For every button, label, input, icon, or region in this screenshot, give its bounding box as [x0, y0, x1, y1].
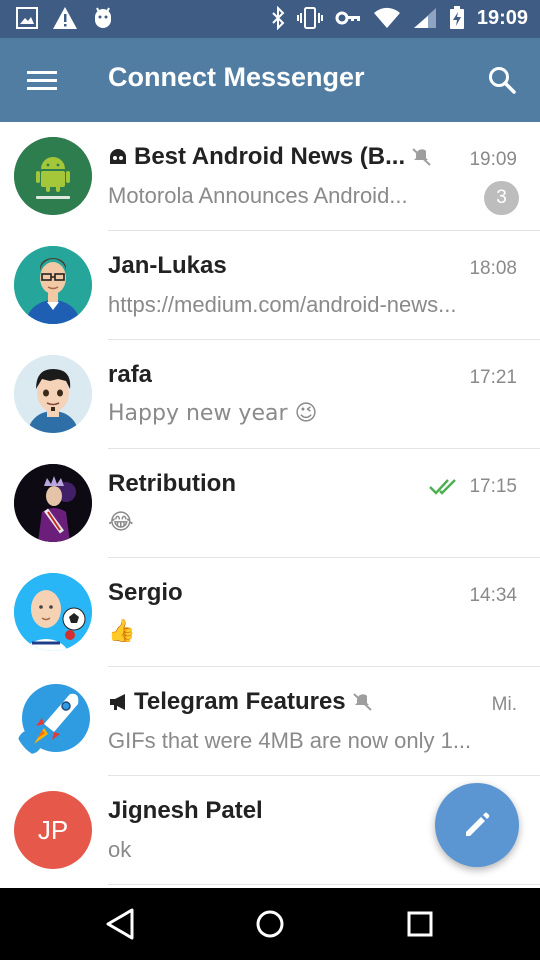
divider [108, 884, 540, 885]
chat-preview: https://medium.com/android-news... [108, 292, 457, 317]
man-glasses-avatar-icon [14, 246, 92, 324]
unread-badge: 3 [484, 181, 519, 215]
chat-name: Retribution [108, 470, 236, 497]
rocket-avatar-icon [18, 684, 90, 754]
chat-preview: Motorola Announces Android... [108, 183, 408, 208]
compose-button[interactable] [435, 783, 519, 867]
muted-icon [412, 148, 431, 166]
back-icon[interactable] [100, 906, 140, 942]
avatar [14, 464, 92, 542]
muted-icon [352, 693, 372, 711]
app-title: Connect Messenger [108, 62, 365, 92]
android-logo-icon [14, 137, 92, 215]
avatar [14, 137, 92, 215]
recents-icon[interactable] [402, 906, 438, 942]
chat-time: 17:21 [469, 367, 517, 388]
double-check-icon [429, 479, 457, 495]
bot-icon [110, 149, 126, 164]
chat-name: rafa [108, 361, 153, 388]
vibrate-icon [296, 7, 323, 29]
chat-time: 17:15 [469, 476, 517, 497]
chat-name: Sergio [108, 579, 183, 606]
avatar: JP [14, 791, 92, 869]
status-time: 19:09 [476, 6, 528, 29]
warning-icon [53, 7, 77, 29]
bluetooth-icon [272, 6, 285, 30]
chat-list[interactable]: Best Android News (B... 19:09 Motorola A… [0, 122, 540, 888]
chat-row-jan-lukas[interactable]: Jan-Lukas 18:08 https://medium.com/andro… [0, 231, 540, 340]
menu-icon[interactable] [22, 64, 62, 96]
bald-man-soccer-avatar-icon [14, 573, 92, 651]
chat-name: Jan-Lukas [108, 252, 227, 279]
chat-preview: GIFs that were 4MB are now only 1... [108, 728, 472, 753]
chat-preview: Happy new year 😉 [108, 401, 318, 426]
chat-row-retribution[interactable]: Retribution 17:15 😂 [0, 449, 540, 558]
avatar [14, 246, 92, 324]
wifi-icon [373, 7, 400, 28]
chat-name: Best Android News (B... [134, 143, 406, 170]
avatar [14, 573, 92, 651]
king-avatar-icon [14, 464, 92, 542]
app-bar: Connect Messenger [0, 38, 540, 122]
chat-row-telegram-features[interactable]: Telegram Features Mi. GIFs that were 4MB… [0, 667, 540, 776]
pencil-icon [466, 812, 490, 836]
chat-time: Mi. [491, 694, 517, 715]
image-icon [16, 7, 38, 29]
chat-name: Telegram Features [134, 688, 346, 715]
android-icon [95, 7, 111, 28]
chat-row-rafa[interactable]: rafa 17:21 Happy new year 😉 [0, 340, 540, 449]
home-icon[interactable] [250, 904, 290, 944]
battery-charging-icon [449, 6, 464, 29]
status-bar: 19:09 [0, 0, 540, 38]
navigation-bar [0, 888, 540, 960]
chat-preview: 👍 [108, 619, 136, 644]
megaphone-icon [110, 694, 125, 710]
chat-row-best-android-news[interactable]: Best Android News (B... 19:09 Motorola A… [0, 122, 540, 231]
chat-preview: 😂 [108, 510, 134, 535]
chat-time: 19:09 [469, 149, 517, 170]
avatar [14, 682, 92, 760]
avatar [14, 355, 92, 433]
avatar-initials: JP [37, 814, 69, 845]
chat-time: 18:08 [469, 258, 517, 279]
cartoon-man-avatar-icon [14, 355, 92, 433]
key-icon [335, 11, 360, 25]
chat-name: Jignesh Patel [108, 797, 263, 824]
signal-icon [413, 8, 436, 28]
search-icon[interactable] [484, 62, 520, 98]
chat-row-sergio[interactable]: Sergio 14:34 👍 [0, 558, 540, 667]
chat-time: 14:34 [469, 585, 517, 606]
